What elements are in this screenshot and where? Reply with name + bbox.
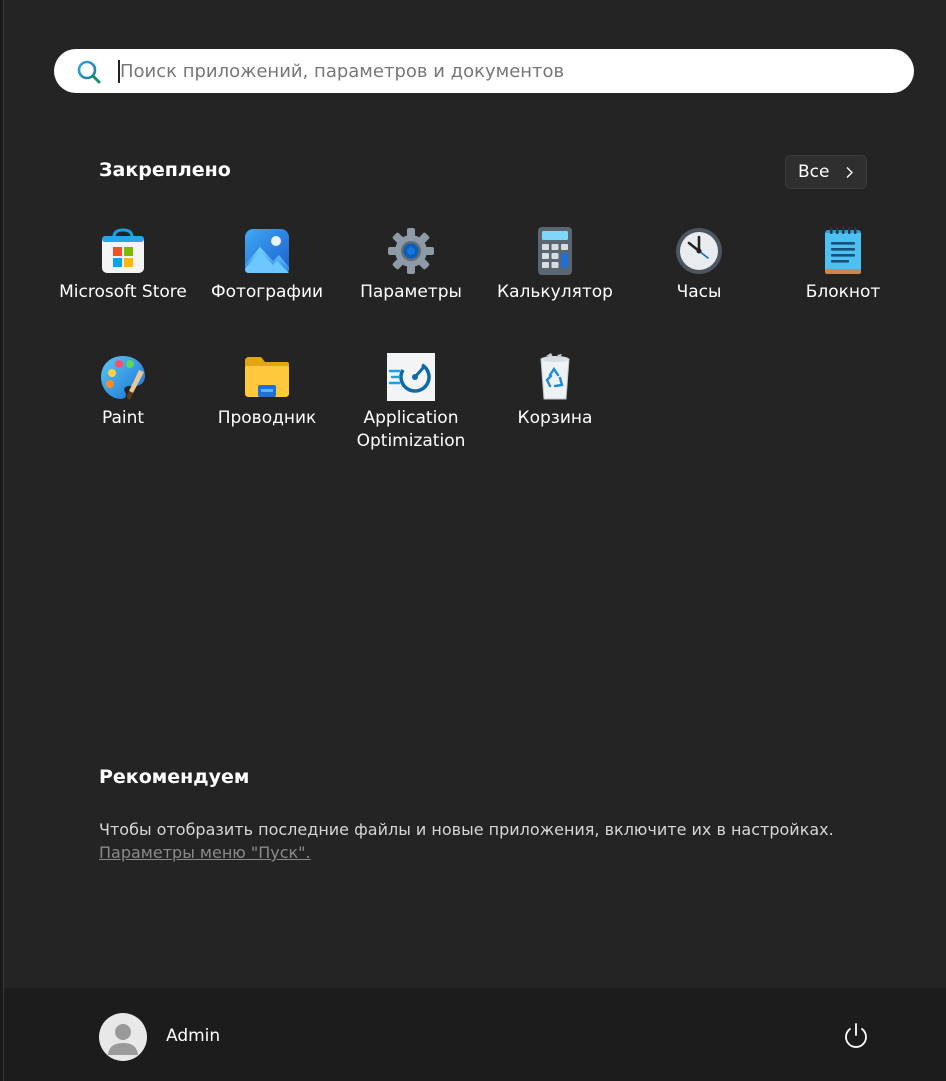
pinned-app-application-optimization[interactable]: Application Optimization bbox=[339, 353, 483, 473]
recommended-section-title: Рекомендуем bbox=[99, 766, 250, 788]
calculator-icon bbox=[538, 227, 572, 275]
all-apps-button-label: Все bbox=[798, 162, 830, 182]
search-input[interactable] bbox=[120, 49, 880, 93]
pinned-app-recycle-bin[interactable]: Корзина bbox=[483, 353, 627, 473]
app-label: Корзина bbox=[517, 408, 593, 428]
start-settings-link[interactable]: Параметры меню "Пуск". bbox=[99, 841, 311, 864]
pinned-app-photos[interactable]: Фотографии bbox=[195, 227, 339, 347]
pinned-app-settings[interactable]: Параметры bbox=[339, 227, 483, 347]
pinned-section-title: Закреплено bbox=[99, 159, 231, 181]
pinned-app-clock[interactable]: Часы bbox=[627, 227, 771, 347]
pinned-app-explorer[interactable]: Проводник bbox=[195, 353, 339, 473]
microsoft-store-icon bbox=[102, 228, 144, 273]
app-label: Microsoft Store bbox=[59, 282, 187, 302]
app-label: Проводник bbox=[217, 408, 317, 428]
app-optimization-icon bbox=[387, 353, 435, 401]
app-label: Часы bbox=[676, 282, 722, 302]
settings-gear-icon bbox=[388, 228, 434, 274]
power-icon[interactable] bbox=[840, 1020, 872, 1052]
user-name[interactable]: Admin bbox=[166, 1026, 220, 1046]
app-label: Блокнот bbox=[805, 282, 881, 302]
folder-icon bbox=[245, 357, 289, 397]
app-label: Paint bbox=[101, 408, 145, 428]
app-label: Application Optimization bbox=[356, 408, 466, 451]
pinned-app-calculator[interactable]: Калькулятор bbox=[483, 227, 627, 347]
user-avatar[interactable] bbox=[99, 1013, 147, 1061]
app-label: Фотографии bbox=[210, 282, 324, 302]
start-menu: Закреплено Все Microsoft Store bbox=[3, 0, 946, 1081]
pinned-app-microsoft-store[interactable]: Microsoft Store bbox=[51, 227, 195, 347]
recycle-bin-icon bbox=[540, 353, 570, 400]
user-avatar-icon bbox=[108, 1024, 138, 1055]
paint-palette-icon bbox=[101, 356, 145, 400]
notepad-icon bbox=[825, 227, 861, 274]
chevron-right-icon bbox=[846, 167, 853, 178]
app-label: Параметры bbox=[360, 282, 462, 302]
clock-icon bbox=[676, 228, 722, 274]
app-label: Калькулятор bbox=[497, 282, 613, 302]
photos-icon bbox=[245, 229, 289, 273]
pinned-app-paint[interactable]: Paint bbox=[51, 353, 195, 473]
start-footer: Admin bbox=[4, 988, 946, 1081]
pinned-app-notepad[interactable]: Блокнот bbox=[771, 227, 915, 347]
search-box[interactable] bbox=[54, 49, 914, 93]
all-apps-button[interactable]: Все bbox=[785, 155, 867, 189]
search-icon bbox=[77, 60, 101, 84]
recommended-message: Чтобы отобразить последние файлы и новые… bbox=[99, 820, 834, 839]
